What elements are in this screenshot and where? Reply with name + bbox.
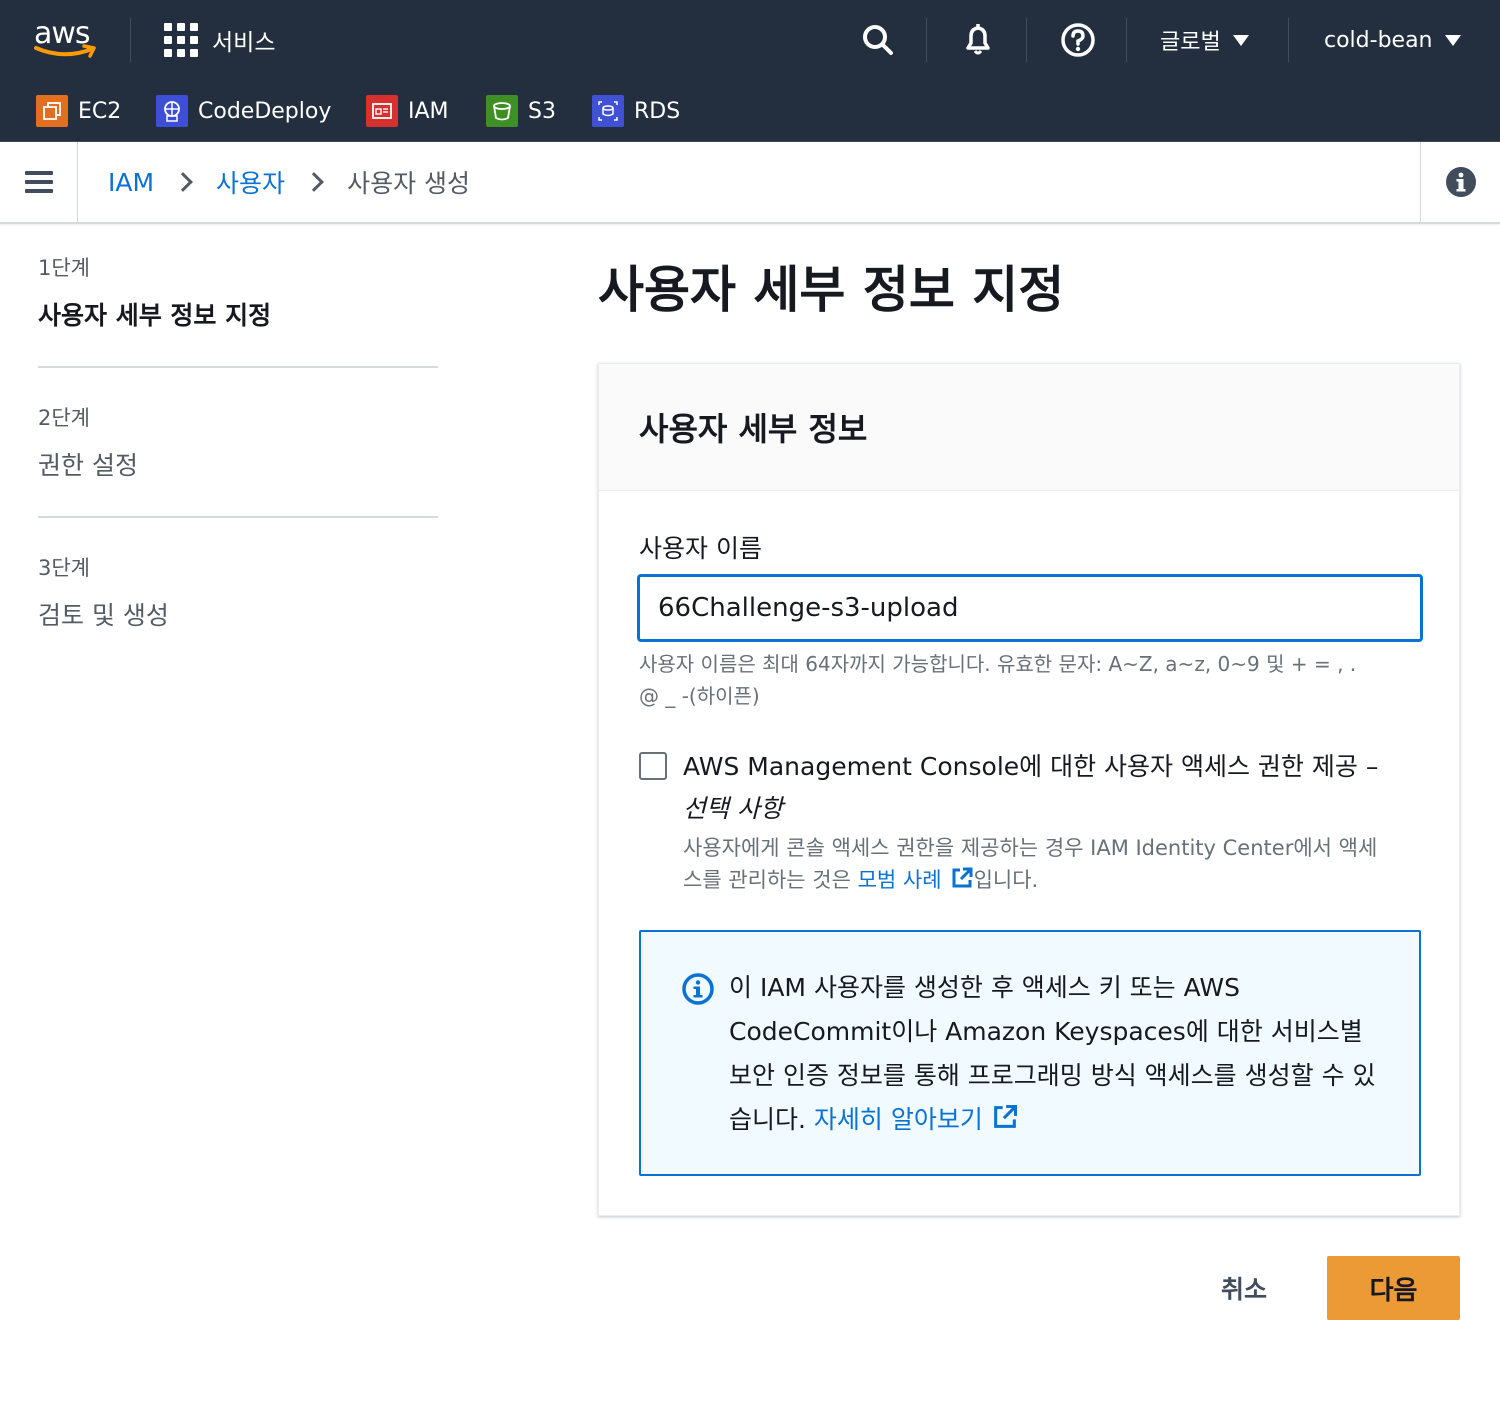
info-alert-text: 이 IAM 사용자를 생성한 후 액세스 키 또는 AWS CodeCommit… xyxy=(729,966,1389,1142)
step-title: 사용자 세부 정보 지정 xyxy=(38,301,272,330)
console-access-desc-suffix: 입니다. xyxy=(973,868,1039,892)
username-hint-line: 사용자 이름은 최대 64자까지 가능합니다. 유효한 문자: A~Z, a~z… xyxy=(639,652,1357,676)
wizard-step-3: 3단계 검토 및 생성 xyxy=(38,552,438,632)
info-alert: 이 IAM 사용자를 생성한 후 액세스 키 또는 AWS CodeCommit… xyxy=(639,930,1421,1176)
console-access-desc-line: 사용자에게 콘솔 액세스 권한을 제공하는 경우 IAM Identity Ce… xyxy=(683,836,1378,860)
account-name: cold-bean xyxy=(1324,27,1433,53)
username-label: 사용자 이름 xyxy=(639,534,762,563)
ec2-icon xyxy=(36,95,68,127)
nav-divider xyxy=(1126,18,1127,62)
info-icon xyxy=(1445,167,1476,197)
breadcrumb-users[interactable]: 사용자 xyxy=(216,164,285,200)
chevron-right-icon xyxy=(304,172,324,192)
info-circle-icon xyxy=(682,973,714,1005)
breadcrumb-iam[interactable]: IAM xyxy=(108,168,154,197)
username-input[interactable] xyxy=(637,574,1423,642)
step-title: 권한 설정 xyxy=(38,451,138,480)
console-access-label[interactable]: AWS Management Console에 대한 사용자 액세스 권한 제공… xyxy=(683,746,1423,830)
console-access-desc-text: 스를 관리하는 것은 xyxy=(683,868,858,892)
console-access-desc-line: 스를 관리하는 것은 모범 사례 입니다. xyxy=(683,864,1423,896)
optional-text: 선택 사항 xyxy=(683,794,783,823)
shortcut-rds[interactable]: RDS xyxy=(592,94,680,128)
menu-icon xyxy=(24,166,53,198)
wizard-step-1[interactable]: 1단계 사용자 세부 정보 지정 xyxy=(38,252,438,332)
console-access-checkbox[interactable] xyxy=(639,752,667,780)
info-panel-button[interactable] xyxy=(1420,142,1500,222)
nav-divider xyxy=(926,18,927,62)
help-button[interactable] xyxy=(1058,20,1098,60)
step-number: 3단계 xyxy=(38,556,91,580)
apps-grid-icon xyxy=(164,23,198,57)
shortcut-codedeploy[interactable]: CodeDeploy xyxy=(156,94,331,128)
shortcut-label: EC2 xyxy=(78,98,122,124)
next-button[interactable]: 다음 xyxy=(1327,1256,1460,1320)
account-menu[interactable]: cold-bean xyxy=(1324,22,1461,58)
nav-divider xyxy=(1026,18,1027,62)
iam-icon xyxy=(366,95,398,127)
region-selector[interactable]: 글로벌 xyxy=(1160,22,1249,58)
favorites-bar: EC2 CodeDeploy IAM S3 RDS xyxy=(0,80,1500,142)
learn-more-link-text: 자세히 알아보기 xyxy=(813,1105,983,1134)
search-button[interactable] xyxy=(858,20,898,60)
notifications-button[interactable] xyxy=(958,20,998,60)
step-number: 2단계 xyxy=(38,406,91,430)
external-link-icon xyxy=(952,867,973,888)
breadcrumb-bar: IAM 사용자 사용자 생성 xyxy=(0,142,1500,224)
services-label: 서비스 xyxy=(212,30,276,56)
breadcrumb-create-user: 사용자 생성 xyxy=(347,169,471,198)
shortcut-label: CodeDeploy xyxy=(198,98,332,124)
codedeploy-icon xyxy=(156,95,188,127)
top-navigation: aws 서비스 글로벌 cold-bean xyxy=(0,0,1500,80)
shortcut-label: S3 xyxy=(528,98,556,124)
step-number: 1단계 xyxy=(38,256,91,280)
step-divider xyxy=(38,516,438,518)
step-divider xyxy=(38,366,438,368)
help-icon xyxy=(1061,23,1095,57)
console-access-description: 사용자에게 콘솔 액세스 권한을 제공하는 경우 IAM Identity Ce… xyxy=(683,832,1423,896)
chevron-right-icon xyxy=(173,172,193,192)
page-title: 사용자 세부 정보 지정 xyxy=(598,261,1065,319)
caret-down-icon xyxy=(1232,34,1249,46)
aws-smile-icon xyxy=(34,44,96,58)
wizard-step-2: 2단계 권한 설정 xyxy=(38,402,438,482)
shortcut-ec2[interactable]: EC2 xyxy=(36,94,121,128)
username-hint-line: @ _ -(하이픈) xyxy=(639,684,760,708)
region-label: 글로벌 xyxy=(1160,30,1221,55)
best-practice-link-text: 모범 사례 xyxy=(857,868,942,892)
bell-icon xyxy=(966,24,990,55)
nav-divider xyxy=(130,18,131,62)
external-link-icon xyxy=(994,1104,1017,1128)
container-header: 사용자 세부 정보 xyxy=(599,364,1459,491)
username-constraint-text: 사용자 이름은 최대 64자까지 가능합니다. 유효한 문자: A~Z, a~z… xyxy=(639,648,1419,712)
user-details-container: 사용자 세부 정보 사용자 이름 사용자 이름은 최대 64자까지 가능합니다.… xyxy=(598,363,1460,1216)
shortcut-iam[interactable]: IAM xyxy=(366,94,449,128)
nav-divider xyxy=(1288,18,1289,62)
container-title: 사용자 세부 정보 xyxy=(639,410,868,448)
services-menu-button[interactable]: 서비스 xyxy=(164,22,275,58)
shortcut-label: RDS xyxy=(634,98,681,124)
step-title: 검토 및 생성 xyxy=(38,601,169,630)
best-practice-link[interactable]: 모범 사례 xyxy=(857,867,974,892)
learn-more-link[interactable]: 자세히 알아보기 xyxy=(813,1104,1019,1134)
console-access-text: AWS Management Console에 대한 사용자 액세스 권한 제공… xyxy=(683,752,1379,781)
cancel-button[interactable]: 취소 xyxy=(1196,1258,1292,1318)
shortcut-label: IAM xyxy=(408,98,449,124)
aws-logo[interactable]: aws xyxy=(34,14,98,64)
side-nav-toggle[interactable] xyxy=(0,142,78,222)
s3-icon xyxy=(486,95,518,127)
search-icon xyxy=(863,25,893,55)
breadcrumb: IAM 사용자 사용자 생성 xyxy=(108,142,470,222)
shortcut-s3[interactable]: S3 xyxy=(486,94,556,128)
rds-icon xyxy=(592,95,624,127)
caret-down-icon xyxy=(1444,34,1461,46)
